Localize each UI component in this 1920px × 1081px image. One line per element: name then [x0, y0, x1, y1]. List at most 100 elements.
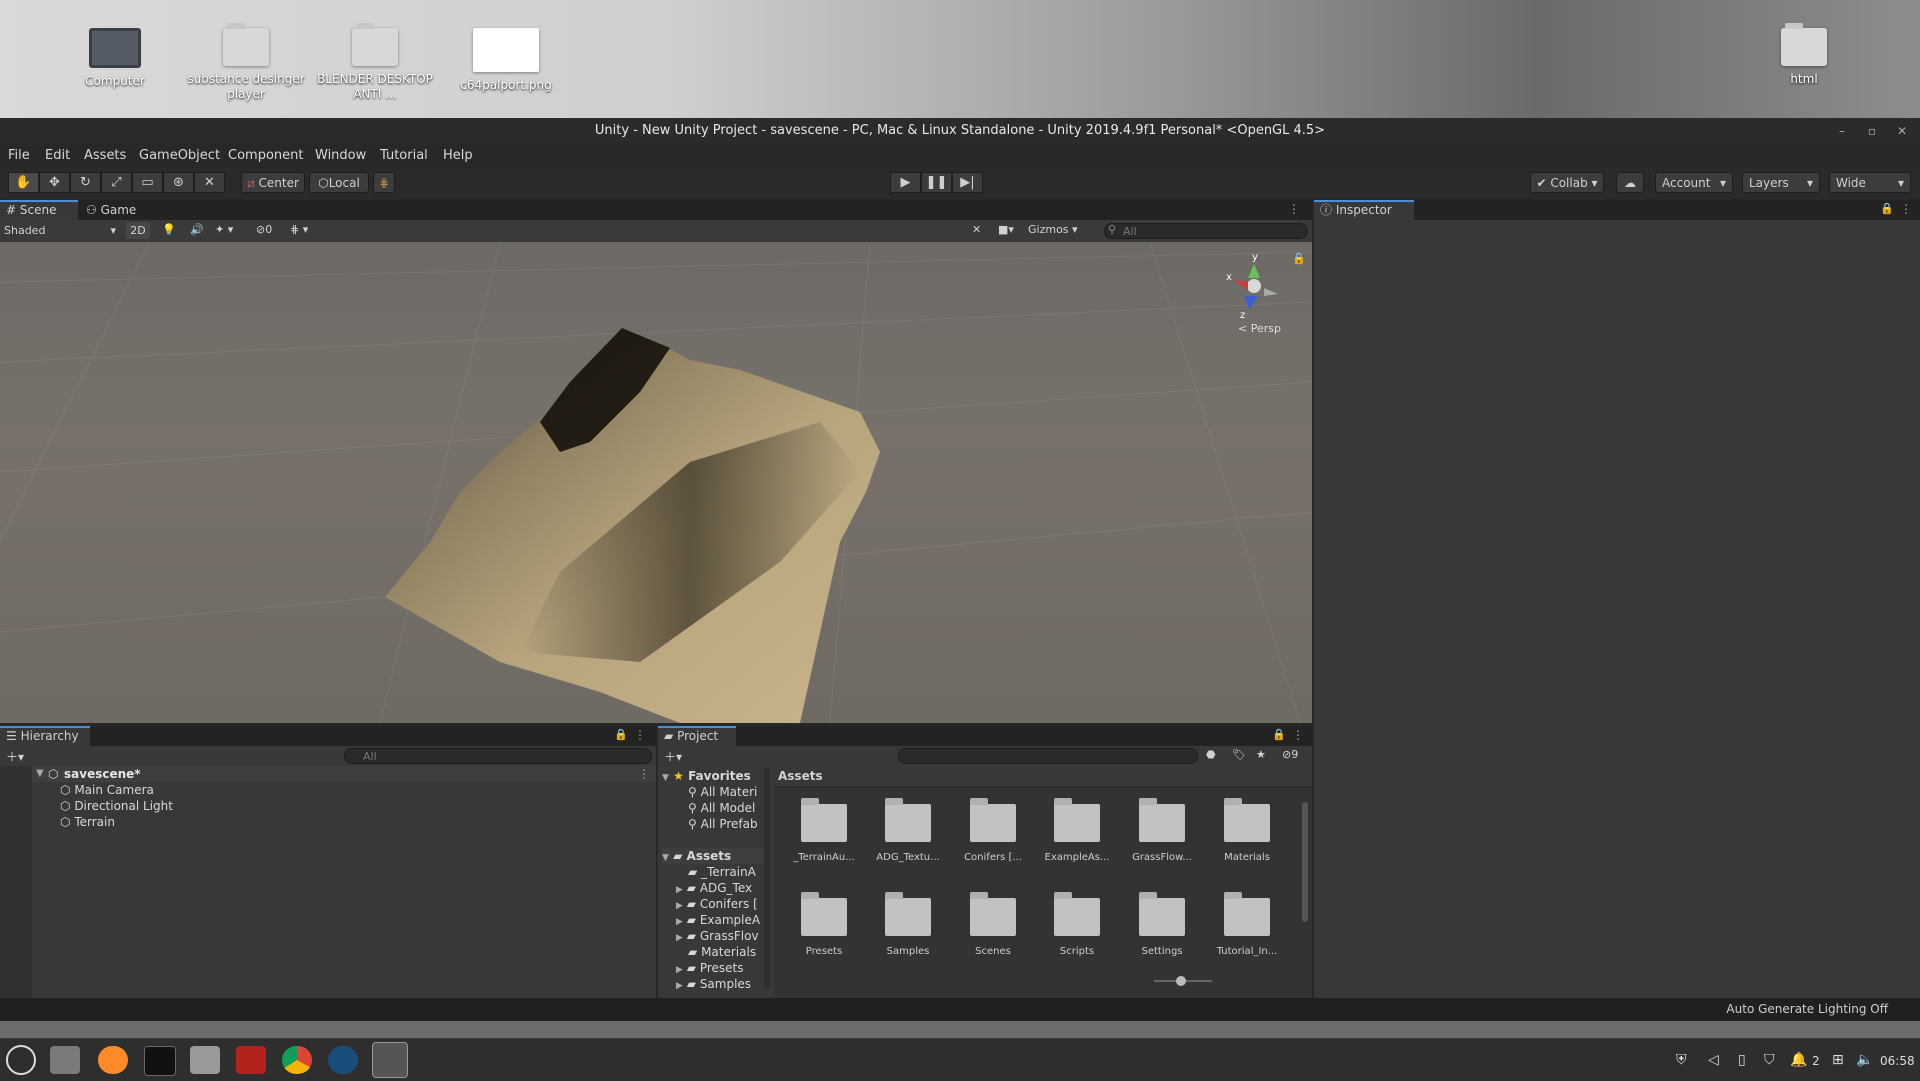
update-manager-icon[interactable]: ⛨: [1676, 1052, 1687, 1068]
hierarchy-item[interactable]: ⬡ Main Camera: [60, 782, 154, 798]
menu-gameobject[interactable]: GameObject: [139, 144, 220, 168]
menu-file[interactable]: File: [8, 144, 30, 168]
layers-dropdown[interactable]: Layers ▾: [1742, 172, 1820, 193]
asset-folder[interactable]: Tutorial_In...: [1197, 892, 1297, 957]
tab-menu-icon[interactable]: ⋮: [1288, 202, 1300, 216]
tree-folder[interactable]: ▶ ▰ GrassFlov: [676, 928, 759, 944]
play-button[interactable]: ▶: [890, 172, 921, 193]
layout-dropdown[interactable]: Wide ▾: [1829, 172, 1911, 193]
minimize-icon[interactable]: –: [1830, 118, 1854, 144]
close-icon[interactable]: ✕: [1890, 118, 1914, 144]
tree-folder[interactable]: ▰ _TerrainA: [688, 864, 756, 880]
create-add-button[interactable]: ＋▾: [664, 748, 682, 765]
transform-tool-icon[interactable]: ⊛: [163, 172, 194, 193]
menu-edit[interactable]: Edit: [45, 144, 70, 168]
hierarchy-search-input[interactable]: All: [344, 748, 652, 764]
toggle-2d-button[interactable]: 2D: [126, 222, 150, 239]
filter-by-label-icon[interactable]: 🏷: [1232, 748, 1246, 761]
breadcrumb-assets[interactable]: Assets: [778, 769, 823, 783]
steam-icon[interactable]: [328, 1046, 358, 1074]
volume-icon[interactable]: 🔈: [1856, 1052, 1873, 1068]
hidden-packages-toggle[interactable]: ⊘9: [1282, 748, 1298, 761]
menu-help[interactable]: Help: [443, 144, 473, 168]
favorites-header[interactable]: ▼ ★ Favorites: [662, 768, 751, 784]
lock-icon[interactable]: 🔒: [1292, 252, 1306, 265]
lock-icon[interactable]: 🔒: [1272, 728, 1286, 741]
pause-button[interactable]: ❚❚: [921, 172, 952, 193]
hand-tool-icon[interactable]: ✋: [8, 172, 39, 193]
zoom-slider-handle[interactable]: [1176, 976, 1186, 986]
collab-dropdown[interactable]: ✔ Collab ▾: [1530, 172, 1604, 193]
desktop-icon-computer[interactable]: Computer: [55, 28, 175, 89]
favorite-item[interactable]: ⚲ All Materi: [688, 784, 757, 800]
tree-folder[interactable]: ▶ ▰ ExampleA: [676, 912, 760, 928]
projection-toggle[interactable]: < Persp: [1238, 322, 1281, 335]
tree-folder[interactable]: ▶ ▰ ADG_Tex: [676, 880, 752, 896]
shading-mode-dropdown[interactable]: Shaded ▾: [4, 223, 120, 239]
custom-tool-icon[interactable]: ✕: [194, 172, 225, 193]
tab-inspector[interactable]: ⓘ Inspector: [1314, 200, 1414, 220]
create-add-button[interactable]: ＋▾: [6, 748, 24, 765]
account-dropdown[interactable]: Account ▾: [1655, 172, 1733, 193]
scene-menu-icon[interactable]: ⋮: [638, 766, 650, 782]
tab-hierarchy[interactable]: ☰ Hierarchy: [0, 726, 90, 746]
notifications-icon[interactable]: 🔔: [1790, 1052, 1807, 1068]
tab-menu-icon[interactable]: ⋮: [1292, 728, 1304, 742]
network-icon[interactable]: ⊞: [1832, 1052, 1844, 1068]
rect-tool-icon[interactable]: ▭: [132, 172, 163, 193]
collapse-arrow-icon[interactable]: ▼: [36, 766, 44, 782]
hierarchy-item[interactable]: ⬡ Directional Light: [60, 798, 173, 814]
step-button[interactable]: ▶|: [952, 172, 983, 193]
tree-folder[interactable]: ▶ ▰ Presets: [676, 960, 743, 976]
cloud-button[interactable]: ☁: [1616, 172, 1644, 193]
menu-component[interactable]: Component: [228, 144, 303, 168]
desktop-icon-c64palport[interactable]: c64palport.png: [446, 28, 566, 93]
lock-icon[interactable]: 🔒: [614, 728, 628, 741]
desktop-icon-substance[interactable]: substance desinger player: [186, 23, 306, 102]
move-tool-icon[interactable]: ✥: [39, 172, 70, 193]
audio-toggle-icon[interactable]: 🔊: [190, 223, 204, 236]
favorite-item[interactable]: ⚲ All Model: [688, 800, 755, 816]
tab-menu-icon[interactable]: ⋮: [634, 728, 646, 742]
shield-icon[interactable]: ⛉: [1764, 1052, 1775, 1068]
lighting-toggle-icon[interactable]: 💡: [162, 223, 176, 236]
desktop-icon-html[interactable]: html: [1744, 23, 1864, 87]
tree-folder[interactable]: ▰ Materials: [688, 944, 756, 960]
project-search-input[interactable]: [898, 748, 1198, 764]
tree-scrollbar[interactable]: [764, 768, 770, 988]
tab-project[interactable]: ▰ Project: [658, 726, 736, 746]
filter-by-type-icon[interactable]: ⬣: [1206, 748, 1216, 761]
hidden-objects-toggle[interactable]: ⊘0: [256, 223, 272, 236]
gizmos-dropdown[interactable]: Gizmos ▾: [1028, 223, 1098, 236]
tab-menu-icon[interactable]: ⋮: [1900, 202, 1912, 216]
pivot-center-button[interactable]: ⧄ Center: [241, 172, 305, 193]
scene-viewport[interactable]: y x z 🔒 < Persp: [0, 242, 1312, 723]
menu-assets[interactable]: Assets: [84, 144, 126, 168]
scale-tool-icon[interactable]: ⤢: [101, 172, 132, 193]
chrome-icon[interactable]: [282, 1046, 312, 1074]
pivot-space-button[interactable]: ⬡Local: [309, 172, 369, 193]
show-desktop-icon[interactable]: [50, 1046, 80, 1074]
unity-hub-tray-icon[interactable]: ◁: [1708, 1052, 1719, 1068]
mint-menu-icon[interactable]: [6, 1045, 36, 1075]
clock[interactable]: 06:58: [1880, 1054, 1915, 1068]
terminal-icon[interactable]: [144, 1046, 176, 1076]
filezilla-icon[interactable]: [236, 1046, 266, 1074]
grid-toggle-icon[interactable]: ⋕ ▾: [290, 223, 308, 236]
file-manager-icon[interactable]: [190, 1046, 220, 1074]
rotate-tool-icon[interactable]: ↻: [70, 172, 101, 193]
tree-folder[interactable]: ▶ ▰ Samples: [676, 976, 751, 992]
lock-icon[interactable]: 🔒: [1880, 202, 1894, 215]
orientation-gizmo[interactable]: y x z: [1220, 250, 1290, 320]
maximize-icon[interactable]: ▫: [1860, 118, 1884, 144]
menu-window[interactable]: Window: [315, 144, 366, 168]
favorites-star-icon[interactable]: ★: [1256, 748, 1266, 761]
desktop-icon-blender[interactable]: BLENDER DESKTOP ANTI ...: [315, 23, 435, 102]
asset-folder[interactable]: Materials: [1197, 798, 1297, 863]
assets-header[interactable]: ▼ ▰ Assets: [662, 848, 770, 864]
menu-tutorial[interactable]: Tutorial: [380, 144, 428, 168]
tools-icon[interactable]: ✕: [972, 223, 981, 236]
camera-icon[interactable]: ■▾: [998, 223, 1014, 236]
firefox-icon[interactable]: [98, 1046, 128, 1074]
grid-scrollbar[interactable]: [1302, 802, 1308, 922]
